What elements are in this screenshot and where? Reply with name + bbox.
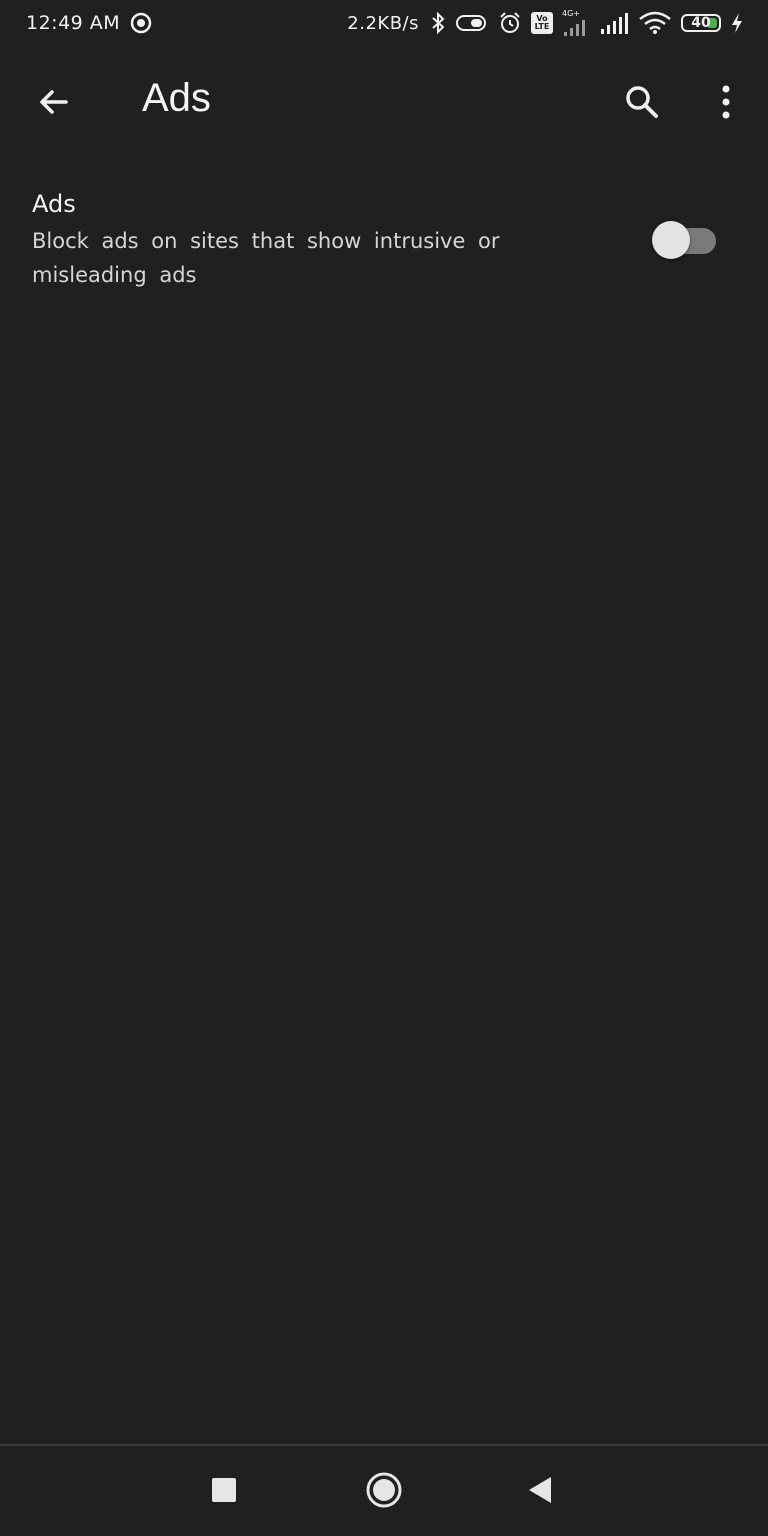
recents-icon (212, 1478, 236, 1502)
charging-icon (730, 12, 744, 34)
more-vert-icon (722, 85, 730, 119)
setting-summary: Block ads on sites that show intrusive o… (32, 229, 500, 287)
network-speed: 2.2KB/s (347, 12, 419, 34)
more-options-button[interactable] (698, 74, 754, 130)
search-icon (626, 86, 658, 118)
app-bar: Ads (0, 52, 768, 152)
ads-setting-row[interactable]: Ads Block ads on sites that show intrusi… (0, 180, 768, 300)
arrow-back-icon (40, 90, 68, 114)
navigation-bar (0, 1444, 768, 1536)
setting-title: Ads (32, 190, 76, 218)
nav-back-button[interactable] (516, 1466, 564, 1514)
status-right: 2.2KB/s Vo LTE 4G+ 40 (347, 10, 744, 36)
network-type: 4G+ (562, 9, 580, 18)
page-title: Ads (142, 76, 211, 120)
screen: 12:49 AM 2.2KB/s Vo LTE 4G+ 40 Ads Ads B… (0, 0, 768, 1536)
signal-icon (599, 12, 629, 34)
volte-icon: Vo LTE (531, 12, 553, 34)
wifi-icon (638, 11, 672, 35)
recents-button[interactable] (200, 1466, 248, 1514)
home-icon (366, 1472, 402, 1508)
search-button[interactable] (614, 74, 670, 130)
status-time: 12:49 AM (26, 12, 121, 34)
battery-icon: 40 (681, 14, 721, 32)
battery-level: 40 (691, 15, 711, 31)
volte-bottom-text: LTE (534, 22, 550, 31)
status-bar: 12:49 AM 2.2KB/s Vo LTE 4G+ 40 (0, 0, 768, 46)
setting-text: Ads Block ads on sites that show intrusi… (32, 190, 622, 292)
home-button[interactable] (360, 1466, 408, 1514)
status-left: 12:49 AM (26, 12, 152, 34)
media-icon (130, 12, 152, 34)
vibrate-icon (455, 12, 489, 34)
back-button[interactable] (26, 74, 82, 130)
signal-icon: 4G+ (562, 10, 590, 36)
alarm-icon (498, 11, 522, 35)
ads-toggle[interactable] (650, 220, 718, 260)
back-icon (529, 1477, 551, 1503)
bluetooth-icon (430, 11, 446, 35)
toggle-thumb (652, 221, 690, 259)
